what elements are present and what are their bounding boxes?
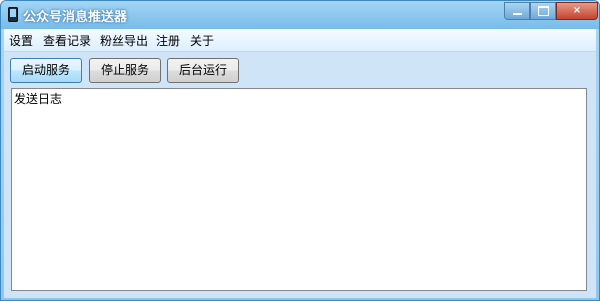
phone-icon bbox=[8, 7, 18, 22]
minimize-button[interactable] bbox=[504, 2, 530, 20]
menu-item-register[interactable]: 注册 bbox=[156, 32, 180, 49]
close-button[interactable]: × bbox=[556, 2, 598, 20]
maximize-icon bbox=[537, 6, 549, 16]
send-log-label: 发送日志 bbox=[14, 92, 63, 106]
minimize-icon bbox=[512, 13, 522, 15]
send-log-textarea[interactable]: 发送日志 bbox=[11, 88, 587, 291]
stop-service-button[interactable]: 停止服务 bbox=[89, 58, 161, 83]
window-title: 公众号消息推送器 bbox=[23, 10, 128, 25]
main-panel: 启动服务 停止服务 后台运行 发送日志 bbox=[4, 52, 596, 298]
app-window: 公众号消息推送器 × 设置 查看记录 粉丝导出 注册 关于 启动服务 停止服务 … bbox=[0, 0, 600, 301]
run-background-button[interactable]: 后台运行 bbox=[167, 58, 239, 83]
menu-item-export-fans[interactable]: 粉丝导出 bbox=[100, 32, 148, 49]
title-bar[interactable]: 公众号消息推送器 × bbox=[1, 1, 599, 29]
menu-bar: 设置 查看记录 粉丝导出 注册 关于 bbox=[4, 29, 596, 52]
close-icon: × bbox=[572, 5, 582, 16]
menu-item-view-records[interactable]: 查看记录 bbox=[43, 32, 91, 49]
menu-item-about[interactable]: 关于 bbox=[190, 32, 214, 49]
start-service-button[interactable]: 启动服务 bbox=[10, 58, 82, 83]
menu-item-settings[interactable]: 设置 bbox=[9, 32, 33, 49]
maximize-button[interactable] bbox=[530, 2, 556, 20]
